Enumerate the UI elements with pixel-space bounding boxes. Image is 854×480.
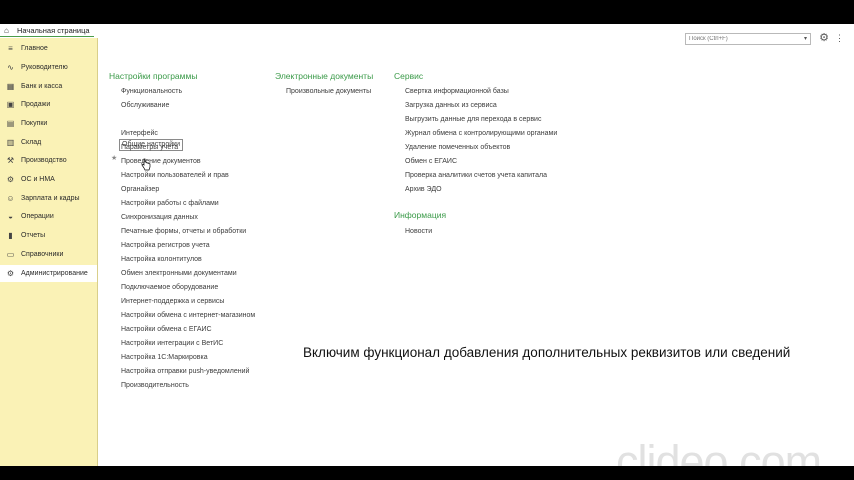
link-marking[interactable]: Настройка 1С:Маркировка xyxy=(121,354,208,361)
sidebar-item-label: ОС и НМА xyxy=(21,176,55,183)
link-news[interactable]: Новости xyxy=(405,228,432,235)
link-edo-archive[interactable]: Архив ЭДО xyxy=(405,186,442,193)
link-headers-footers[interactable]: Настройка колонтитулов xyxy=(121,256,202,263)
sidebar-item-operations[interactable]: ◒ Операции xyxy=(0,208,97,225)
sidebar-item-reports[interactable]: ▮ Отчеты xyxy=(0,227,97,244)
sidebar-item-main[interactable]: ≡ Главное xyxy=(0,40,97,57)
sidebar-item-salary[interactable]: ☺ Зарплата и кадры xyxy=(0,190,97,207)
menu-icon: ≡ xyxy=(8,44,13,53)
sidebar-item-label: Руководителю xyxy=(21,64,68,71)
link-webshop-exchange[interactable]: Настройки обмена с интернет-магазином xyxy=(121,312,255,319)
tab-home-label: Начальная страница xyxy=(17,25,90,35)
sidebar-item-label: Банк и касса xyxy=(21,83,63,90)
sidebar-item-catalogs[interactable]: ▭ Справочники xyxy=(0,246,97,263)
link-organizer[interactable]: Органайзер xyxy=(121,186,159,193)
operations-icon: ◒ xyxy=(8,212,13,221)
link-delete-marked[interactable]: Удаление помеченных объектов xyxy=(405,144,510,151)
sidebar-item-administration[interactable]: ⚙ Администрирование xyxy=(0,265,97,282)
link-registers[interactable]: Настройка регистров учета xyxy=(121,242,210,249)
star-icon[interactable]: ★ xyxy=(111,154,117,162)
home-icon: ⌂ xyxy=(4,25,9,35)
link-edoc-exchange[interactable]: Обмен электронными документами xyxy=(121,270,237,277)
link-sync[interactable]: Синхронизация данных xyxy=(121,214,198,221)
sidebar-item-label: Отчеты xyxy=(21,232,46,239)
people-icon: ☺ xyxy=(6,194,15,203)
link-push[interactable]: Настройка отправки push-уведомлений xyxy=(121,368,249,375)
link-load-from-service[interactable]: Загрузка данных из сервиса xyxy=(405,102,497,109)
reports-icon: ▮ xyxy=(8,231,13,240)
sidebar-item-label: Зарплата и кадры xyxy=(21,195,80,202)
assets-icon: ⚙ xyxy=(6,175,15,184)
sidebar-item-label: Продажи xyxy=(21,101,51,108)
sidebar-item-label: Администрирование xyxy=(21,270,88,277)
tab-bar: ⌂ Начальная страница xyxy=(0,24,100,37)
sidebar-item-label: Операции xyxy=(21,213,54,220)
sidebar: ≡ Главное ∿ Руководителю ▦ Банк и касса … xyxy=(0,38,98,466)
sidebar-item-label: Покупки xyxy=(21,120,48,127)
sidebar-item-warehouse[interactable]: ▥ Склад xyxy=(0,134,97,151)
app-window: ⌂ Начальная страница ≡ Главное ∿ Руковод… xyxy=(0,24,854,466)
section-title-service: Сервис xyxy=(394,71,424,81)
book-icon: ▭ xyxy=(6,250,15,259)
sidebar-item-assets[interactable]: ⚙ ОС и НМА xyxy=(0,171,97,188)
sidebar-item-manager[interactable]: ∿ Руководителю xyxy=(0,59,97,76)
settings-icon[interactable]: ⚙ xyxy=(818,32,830,44)
video-caption: Включим функционал добавления дополнител… xyxy=(303,345,791,360)
section-title-info: Информация xyxy=(394,210,447,220)
link-interface[interactable]: Интерфейс xyxy=(121,130,158,137)
link-print-forms[interactable]: Печатные формы, отчеты и обработки xyxy=(121,228,246,235)
search-dropdown-icon[interactable]: ▾ xyxy=(801,34,810,44)
production-icon: ⚒ xyxy=(6,156,15,165)
sidebar-item-bank[interactable]: ▦ Банк и касса xyxy=(0,78,97,95)
sidebar-item-production[interactable]: ⚒ Производство xyxy=(0,152,97,169)
search-input[interactable] xyxy=(685,33,811,45)
link-performance[interactable]: Производительность xyxy=(121,382,189,389)
link-vetis[interactable]: Настройки интеграции с ВетИС xyxy=(121,340,223,347)
link-posting[interactable]: Проведение документов xyxy=(121,158,201,165)
link-db-collapse[interactable]: Свертка информационной базы xyxy=(405,88,509,95)
link-export-to-service[interactable]: Выгрузить данные для перехода в сервис xyxy=(405,116,541,123)
link-files[interactable]: Настройки работы с файлами xyxy=(121,200,219,207)
warehouse-icon: ▥ xyxy=(6,138,15,147)
link-users-rights[interactable]: Настройки пользователей и прав xyxy=(121,172,229,179)
more-icon[interactable]: ⋮ xyxy=(835,32,844,44)
chart-icon: ∿ xyxy=(7,63,14,72)
watermark: clideo.com xyxy=(616,436,822,466)
tab-home[interactable]: ⌂ Начальная страница xyxy=(0,24,94,37)
sales-icon: ▣ xyxy=(6,100,15,109)
section-title-settings: Настройки программы xyxy=(109,71,198,81)
link-equipment[interactable]: Подключаемое оборудование xyxy=(121,284,218,291)
sidebar-item-label: Главное xyxy=(21,45,48,52)
sidebar-item-sales[interactable]: ▣ Продажи xyxy=(0,96,97,113)
link-accounting-params[interactable]: Параметры учета xyxy=(121,144,178,151)
sidebar-item-label: Производство xyxy=(21,157,67,164)
link-egais-exchange[interactable]: Настройки обмена с ЕГАИС xyxy=(121,326,212,333)
sidebar-item-label: Склад xyxy=(21,139,42,146)
sidebar-item-label: Справочники xyxy=(21,251,64,258)
section-title-edocs: Электронные документы xyxy=(275,71,374,81)
sidebar-item-purchases[interactable]: ▤ Покупки xyxy=(0,115,97,132)
gear-icon: ⚙ xyxy=(6,269,15,278)
bank-icon: ▦ xyxy=(6,82,15,91)
mouse-cursor-icon xyxy=(141,158,151,171)
link-regulator-journal[interactable]: Журнал обмена с контролирующими органами xyxy=(405,130,557,137)
link-arbitrary-docs[interactable]: Произвольные документы xyxy=(286,88,371,95)
link-maintenance[interactable]: Обслуживание xyxy=(121,102,169,109)
link-capital-check[interactable]: Проверка аналитики счетов учета капитала xyxy=(405,172,547,179)
cart-icon: ▤ xyxy=(6,119,15,128)
link-egais[interactable]: Обмен с ЕГАИС xyxy=(405,158,457,165)
link-functionality[interactable]: Функциональность xyxy=(121,88,182,95)
link-internet-support[interactable]: Интернет-поддержка и сервисы xyxy=(121,298,224,305)
